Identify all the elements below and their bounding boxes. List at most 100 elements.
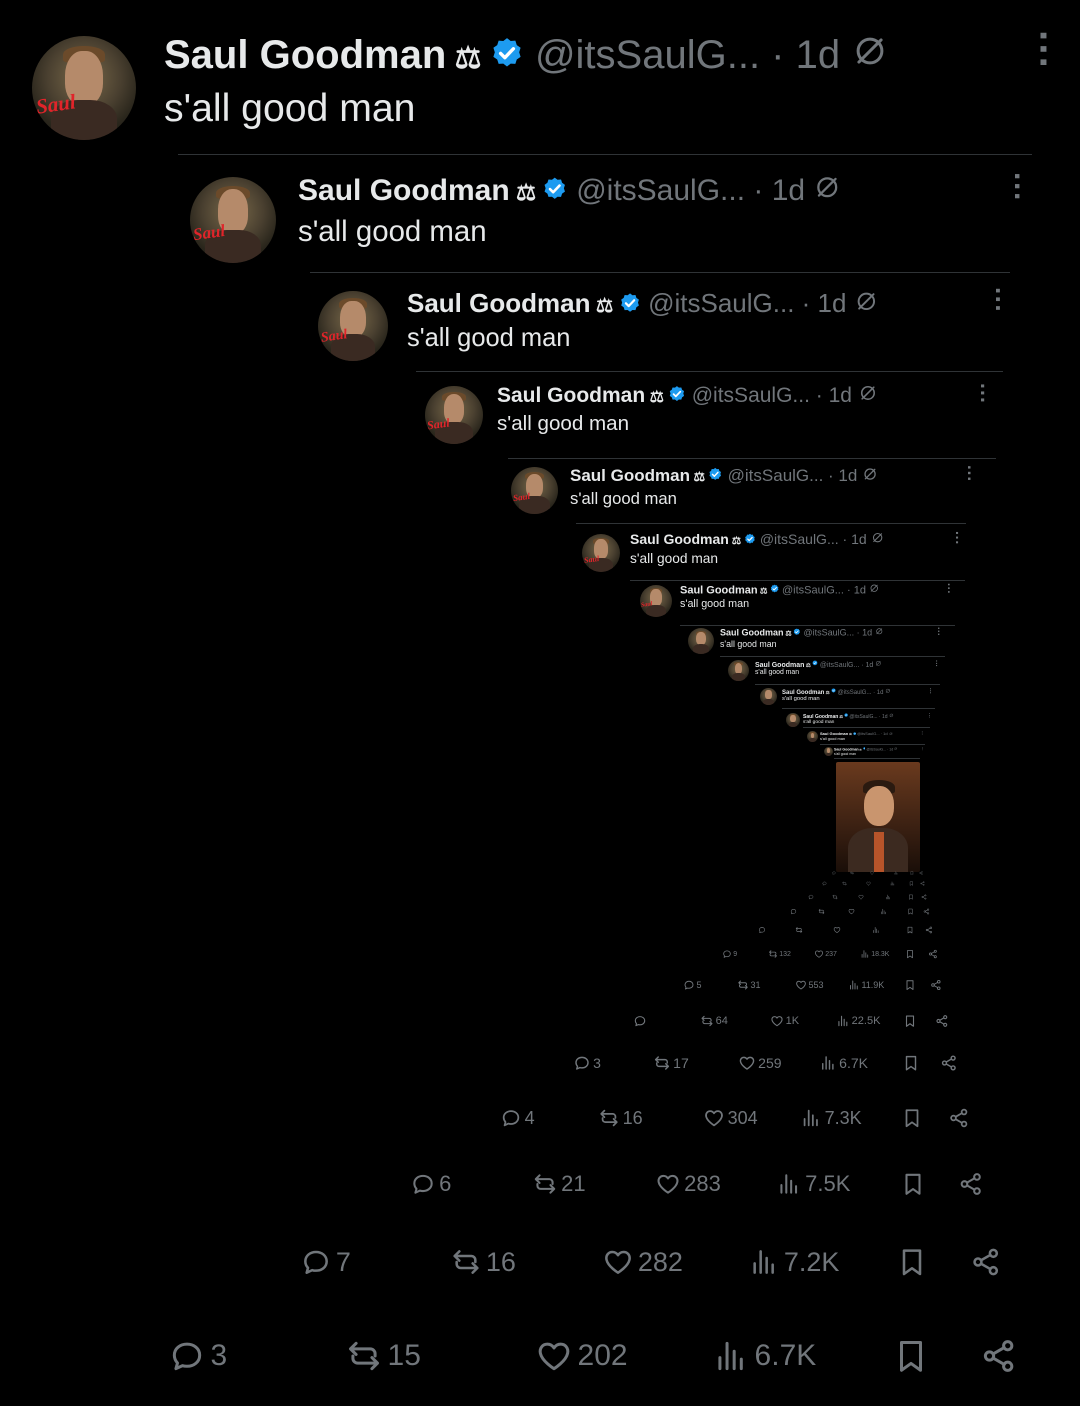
like-button[interactable]: 553 (795, 979, 823, 991)
avatar[interactable] (807, 731, 818, 742)
avatar[interactable]: Saul (511, 467, 558, 514)
views-button[interactable]: 22.5K (836, 1014, 880, 1028)
views-button[interactable] (880, 908, 887, 915)
author-handle[interactable]: @itsSaulG... (756, 531, 839, 547)
author-name-text[interactable]: Saul Goodman (820, 731, 848, 736)
repost-button[interactable]: 21 (532, 1171, 586, 1197)
avatar[interactable] (824, 747, 833, 756)
views-button[interactable] (894, 871, 898, 875)
like-button[interactable] (870, 871, 874, 875)
views-button[interactable]: 7.5K (776, 1171, 850, 1197)
reply-button[interactable] (758, 926, 766, 934)
avatar[interactable]: Saul (582, 534, 620, 572)
timestamp[interactable]: · 1d (880, 731, 889, 736)
bookmark-button[interactable] (906, 926, 914, 934)
timestamp[interactable]: · 1d (878, 714, 889, 720)
share-button[interactable] (935, 1014, 949, 1028)
timestamp[interactable]: · 1d (844, 585, 869, 597)
more-icon[interactable]: ··· (998, 172, 1036, 202)
repost-button[interactable] (795, 926, 803, 934)
bookmark-button[interactable] (903, 1014, 917, 1028)
quoted-photo[interactable] (836, 762, 920, 872)
author-name-text[interactable]: Saul Goodman (407, 288, 590, 318)
author-name-text[interactable]: Saul Goodman (298, 174, 510, 207)
share-button[interactable] (958, 1171, 984, 1197)
like-button[interactable]: 1K (770, 1014, 799, 1028)
author-name[interactable]: Saul Goodman ⚖ @itsSaulG... · 1d (407, 287, 878, 323)
bookmark-button[interactable] (909, 881, 914, 886)
bookmark-button[interactable] (901, 1107, 923, 1129)
avatar[interactable]: Saul (425, 386, 483, 444)
share-button[interactable] (925, 926, 933, 934)
more-icon[interactable]: ··· (958, 465, 979, 482)
avatar[interactable] (760, 688, 777, 705)
like-button[interactable] (866, 881, 871, 886)
reply-button[interactable] (822, 881, 827, 886)
repost-button[interactable]: 15 (345, 1337, 421, 1375)
author-handle[interactable]: @itsSaulG... (836, 690, 872, 696)
share-button[interactable] (980, 1337, 1018, 1375)
bookmark-button[interactable] (900, 1171, 926, 1197)
like-button[interactable] (848, 908, 855, 915)
author-name-text[interactable]: Saul Goodman (630, 531, 729, 547)
like-button[interactable] (858, 894, 864, 900)
share-button[interactable] (920, 880, 925, 886)
repost-button[interactable] (842, 881, 847, 886)
author-handle[interactable]: @itsSaulG... (568, 174, 745, 207)
share-button[interactable] (948, 1107, 970, 1129)
reply-button[interactable] (790, 908, 797, 915)
author-name[interactable]: Saul Goodman ⚖ @itsSaulG... · 1d (497, 383, 878, 411)
author-name-text[interactable]: Saul Goodman (497, 384, 645, 407)
views-button[interactable] (890, 881, 895, 886)
bookmark-button[interactable] (907, 908, 914, 915)
more-icon[interactable]: ··· (982, 287, 1015, 313)
repost-button[interactable] (832, 894, 838, 900)
avatar[interactable] (786, 713, 800, 727)
like-button[interactable]: 237 (814, 949, 837, 959)
share-button[interactable] (930, 979, 942, 991)
timestamp[interactable]: · 1d (794, 288, 853, 318)
repost-button[interactable]: 64 (700, 1014, 728, 1028)
author-name[interactable]: Saul Goodman ⚖ @itsSaulG... · 1d (164, 30, 889, 84)
views-button[interactable]: 7.3K (800, 1107, 862, 1129)
more-icon[interactable]: ··· (925, 713, 931, 718)
reply-button[interactable] (808, 894, 814, 900)
share-button[interactable] (921, 894, 927, 900)
bookmark-button[interactable] (905, 949, 915, 959)
author-name[interactable]: Saul Goodman ⚖ @itsSaulG... · 1d (570, 465, 878, 487)
author-handle[interactable]: @itsSaulG... (779, 585, 844, 597)
bookmark-button[interactable] (902, 1054, 920, 1072)
repost-button[interactable] (818, 908, 825, 915)
author-handle[interactable]: @itsSaulG... (641, 288, 794, 318)
avatar[interactable]: Saul (190, 177, 276, 263)
like-button[interactable]: 259 (738, 1054, 782, 1072)
reply-button[interactable]: 7 (300, 1246, 351, 1278)
author-name[interactable]: Saul Goodman ⚖ @itsSaulG... · 1d (680, 583, 879, 598)
author-handle[interactable]: @itsSaulG... (848, 714, 877, 720)
more-icon[interactable]: ··· (948, 531, 966, 545)
repost-button[interactable]: 16 (450, 1246, 516, 1278)
share-button[interactable] (940, 1054, 958, 1072)
reply-button[interactable]: 9 (722, 949, 737, 959)
bookmark-button[interactable] (904, 979, 916, 991)
share-button[interactable] (923, 908, 930, 915)
bookmark-button[interactable] (910, 871, 914, 875)
share-button[interactable] (919, 871, 923, 875)
views-button[interactable] (885, 894, 891, 900)
author-name-text[interactable]: Saul Goodman (570, 466, 690, 485)
repost-button[interactable]: 31 (737, 979, 760, 991)
author-handle[interactable]: @itsSaulG... (686, 384, 810, 407)
more-icon[interactable]: ··· (925, 688, 933, 694)
bookmark-button[interactable] (892, 1337, 930, 1375)
timestamp[interactable]: · 1d (871, 690, 885, 696)
timestamp[interactable]: · 1d (823, 466, 862, 485)
views-button[interactable] (872, 926, 880, 934)
views-button[interactable]: 7.2K (748, 1246, 839, 1278)
like-button[interactable]: 202 (535, 1337, 628, 1375)
timestamp[interactable]: · 1d (854, 627, 875, 637)
like-button[interactable]: 283 (655, 1171, 721, 1197)
reply-button[interactable] (633, 1014, 649, 1028)
share-button[interactable] (928, 949, 938, 959)
share-button[interactable] (970, 1246, 1002, 1278)
views-button[interactable]: 18.3K (860, 949, 889, 959)
